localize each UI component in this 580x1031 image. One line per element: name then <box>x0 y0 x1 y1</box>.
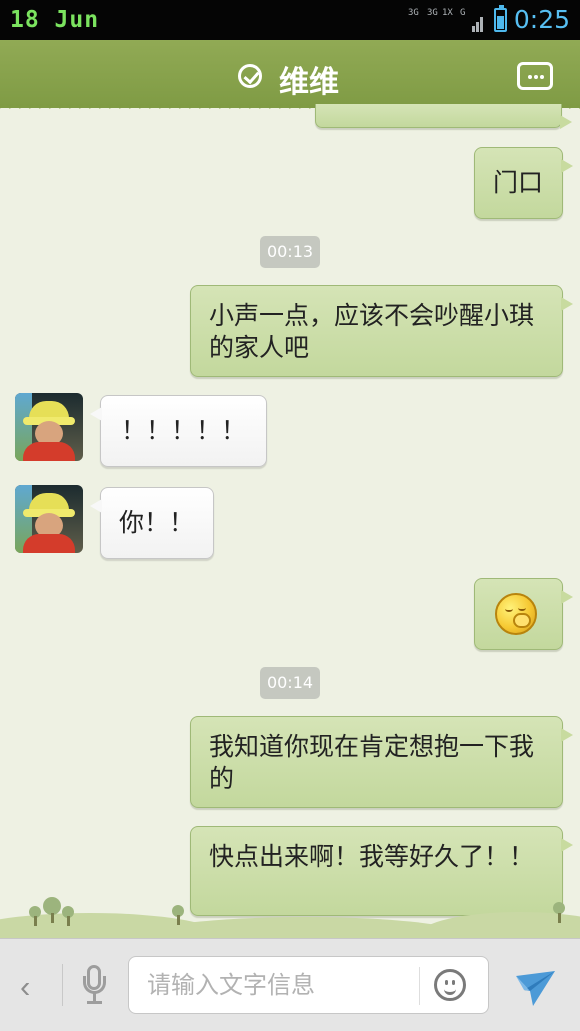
signal-bar-icon <box>480 17 483 32</box>
sent-message-bubble[interactable]: 我知道你现在肯定想抱一下我的 <box>190 716 573 808</box>
input-divider <box>419 967 420 1005</box>
sent-emoji-bubble[interactable] <box>474 578 573 650</box>
network-label-1x: 1X <box>442 8 453 18</box>
network-label-3g-second: 3G <box>427 8 438 18</box>
timestamp-badge: 00:13 <box>260 236 320 268</box>
menu-dot <box>528 75 532 79</box>
network-label-3g: 3G <box>408 8 419 18</box>
microphone-stand <box>93 993 96 1001</box>
smiley-mouth <box>444 986 456 995</box>
contact-avatar[interactable] <box>15 393 83 461</box>
status-time: 0:25 <box>513 5 570 34</box>
sent-message-bubble[interactable]: 小声一点，应该不会吵醒小琪的家人吧 <box>190 285 573 377</box>
toolbar-divider <box>62 964 63 1006</box>
tree-trunk <box>34 916 37 926</box>
avatar-shirt <box>23 534 75 553</box>
emoji-hand <box>513 613 531 628</box>
menu-dot <box>540 75 544 79</box>
smiley-icon[interactable] <box>434 969 466 1001</box>
battery-level <box>497 16 504 29</box>
send-arrow-svg <box>516 971 555 1006</box>
message-text: 我知道你现在肯定想抱一下我的 <box>209 732 535 793</box>
battery-icon <box>494 5 507 32</box>
menu-dot <box>534 75 538 79</box>
signal-bar-icon <box>476 22 479 32</box>
microphone-arc <box>83 976 106 994</box>
chat-header: 维维 <box>0 40 580 108</box>
tree-trunk <box>67 916 70 926</box>
network-label-g: G <box>460 8 466 18</box>
message-text: 快点出来啊！我等好久了！！ <box>209 842 535 871</box>
smiling-face-hand-icon <box>495 593 537 635</box>
tree-trunk <box>177 915 180 925</box>
microphone-icon[interactable] <box>83 965 106 1005</box>
send-arrow-icon[interactable] <box>512 968 558 1008</box>
sent-message-bubble[interactable]: 门口 <box>474 147 573 219</box>
microphone-base <box>87 1001 102 1004</box>
partial-message-bubble[interactable] <box>315 104 572 129</box>
tree-trunk <box>51 913 54 923</box>
chat-title: 维维 <box>279 65 339 100</box>
status-date: 18 Jun <box>10 7 100 33</box>
message-text: ！！！！！ <box>121 416 247 445</box>
message-text: 你！！ <box>119 508 195 537</box>
message-text: 小声一点，应该不会吵醒小琪的家人吧 <box>209 301 535 362</box>
message-input-bar: ‹ <box>0 938 580 1031</box>
more-options-button[interactable] <box>517 62 553 90</box>
avatar-shirt <box>23 442 75 461</box>
contact-avatar[interactable] <box>15 485 83 553</box>
chevron-left-icon[interactable]: ‹ <box>20 971 30 1002</box>
timestamp-badge: 00:14 <box>260 667 320 699</box>
received-message-bubble[interactable]: 你！！ <box>90 487 214 559</box>
received-message-bubble[interactable]: ！！！！！ <box>90 395 267 467</box>
background-hill <box>420 912 580 938</box>
status-bar: 18 Jun 3G 3G 1X G 0:25 <box>0 0 580 40</box>
signal-bar-icon <box>472 26 475 32</box>
network-status-icons: 3G 3G 1X G <box>408 8 484 34</box>
check-circle-icon <box>238 64 262 88</box>
tree-trunk <box>558 913 561 923</box>
message-text: 门口 <box>493 168 544 197</box>
chat-background-landscape <box>0 888 580 938</box>
